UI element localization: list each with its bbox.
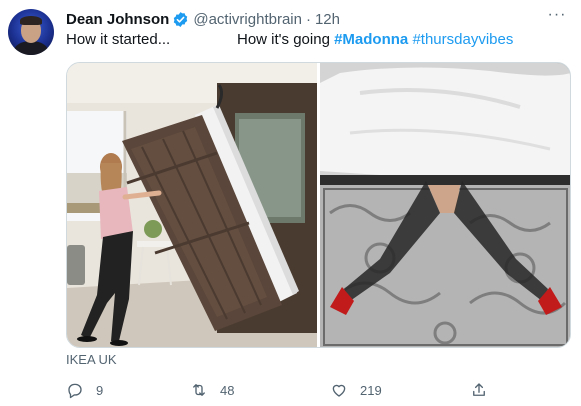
retweet-icon bbox=[193, 384, 205, 396]
share-icon bbox=[473, 383, 485, 396]
media-image-murphy-bed[interactable] bbox=[67, 63, 317, 347]
author-handle[interactable]: @activrightbrain bbox=[193, 11, 302, 28]
text-started: How it started... bbox=[66, 31, 171, 48]
timestamp[interactable]: 12h bbox=[315, 11, 340, 28]
tweet-header: Dean Johnson @activrightbrain · 12h bbox=[66, 9, 340, 29]
reply-icon bbox=[68, 383, 82, 399]
hashtag-thursdayvibes[interactable]: #thursdayvibes bbox=[412, 31, 513, 48]
avatar[interactable] bbox=[8, 9, 54, 55]
retweet-button[interactable]: 48 bbox=[190, 378, 234, 402]
like-button[interactable]: 219 bbox=[330, 378, 382, 402]
avatar-hair bbox=[20, 16, 42, 25]
verified-badge-icon bbox=[174, 11, 188, 27]
retweet-count: 48 bbox=[220, 382, 235, 398]
text-going-line: How it's going #Madonna #thursdayvibes bbox=[237, 31, 513, 48]
text-going: How it's going bbox=[237, 31, 330, 48]
reply-button[interactable]: 9 bbox=[66, 378, 103, 402]
author-name[interactable]: Dean Johnson bbox=[66, 11, 169, 28]
more-icon[interactable]: ··· bbox=[547, 7, 567, 28]
hashtag-madonna[interactable]: #Madonna bbox=[334, 31, 408, 48]
media-image-second[interactable] bbox=[320, 63, 570, 347]
heart-icon bbox=[332, 384, 346, 397]
avatar-shirt bbox=[14, 41, 48, 55]
tweet-text: How it started... How it's going #Madonn… bbox=[66, 31, 513, 48]
media-source-label[interactable]: IKEA UK bbox=[66, 352, 117, 367]
like-count: 219 bbox=[360, 382, 382, 398]
second-photo bbox=[320, 63, 570, 347]
separator-dot: · bbox=[305, 10, 311, 28]
murphy-bed-photo bbox=[67, 63, 317, 347]
share-button[interactable] bbox=[470, 378, 500, 402]
media-grid bbox=[66, 62, 571, 348]
reply-count: 9 bbox=[96, 382, 104, 398]
tweet-actions: 9 48 219 bbox=[64, 378, 504, 402]
